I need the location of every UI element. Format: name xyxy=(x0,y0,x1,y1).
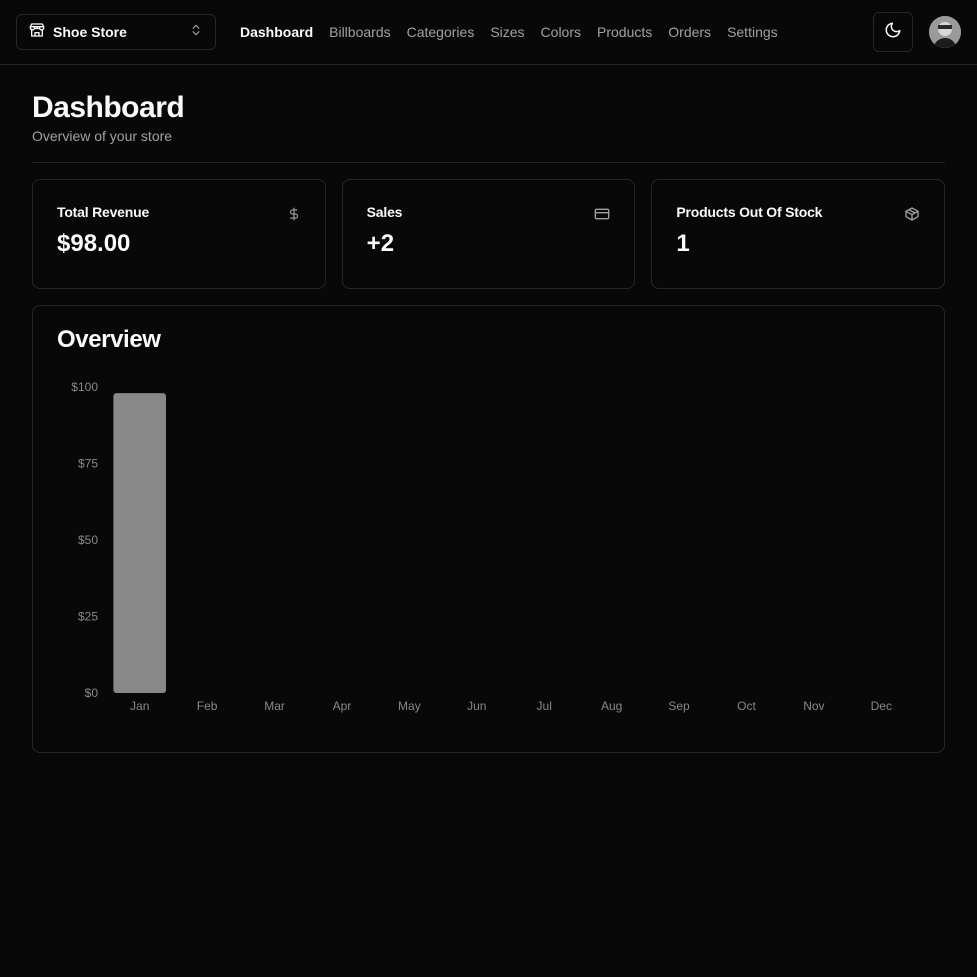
overview-bar-chart: $0 $25 $50 $75 $100 Jan Feb Mar Apr May Jun Jul Aug S… xyxy=(71,380,892,713)
nav-link-dashboard[interactable]: Dashboard xyxy=(240,24,313,40)
nav-link-categories[interactable]: Categories xyxy=(407,24,475,40)
x-tick-label: Nov xyxy=(803,699,824,713)
nav-link-products[interactable]: Products xyxy=(597,24,652,40)
x-tick-label: Feb xyxy=(197,699,218,713)
x-tick-label: Oct xyxy=(737,699,756,713)
x-tick-label: Aug xyxy=(601,699,622,713)
y-tick-label: $100 xyxy=(71,380,98,394)
divider xyxy=(32,162,945,163)
theme-toggle-button[interactable] xyxy=(873,12,913,52)
card-out-of-stock: Products Out Of Stock 1 xyxy=(651,179,946,289)
x-tick-label: May xyxy=(398,699,421,713)
navbar: Shoe Store Dashboard Billboards Categori… xyxy=(0,0,977,65)
x-tick-label: Apr xyxy=(333,699,352,713)
nav-link-orders[interactable]: Orders xyxy=(668,24,711,40)
store-switcher[interactable]: Shoe Store xyxy=(16,14,216,50)
main-content: Dashboard Overview of your store Total R… xyxy=(0,65,977,753)
x-tick-label: Jul xyxy=(537,699,552,713)
card-value: 1 xyxy=(676,230,690,257)
dollar-icon xyxy=(287,206,301,227)
x-tick-label: Mar xyxy=(264,699,285,713)
card-value: +2 xyxy=(366,230,395,257)
chevrons-up-down-icon xyxy=(189,23,203,42)
card-title: Products Out Of Stock xyxy=(676,204,823,220)
card-total-revenue: Total Revenue $98.00 xyxy=(32,179,326,289)
nav-link-sizes[interactable]: Sizes xyxy=(490,24,524,40)
x-tick-label: Jun xyxy=(467,699,486,713)
store-switcher-label: Shoe Store xyxy=(53,24,127,40)
store-icon xyxy=(29,22,45,43)
x-tick-label: Dec xyxy=(871,699,892,713)
card-sales: Sales +2 xyxy=(341,179,636,289)
credit-card-icon xyxy=(594,206,610,227)
stat-cards: Total Revenue $98.00 Sales +2 Products O… xyxy=(32,179,946,289)
page-title: Dashboard xyxy=(32,91,185,124)
card-title: Sales xyxy=(366,204,403,220)
y-tick-label: $50 xyxy=(78,533,98,547)
overview-card: Overview $0 $25 $50 $75 $100 Jan Feb Mar Apr May J… xyxy=(32,305,945,753)
nav-link-colors[interactable]: Colors xyxy=(541,24,581,40)
y-tick-label: $25 xyxy=(78,610,98,624)
x-tick-label: Jan xyxy=(130,699,149,713)
y-tick-label: $75 xyxy=(78,457,98,471)
card-title: Total Revenue xyxy=(57,204,150,220)
bar-jan[interactable] xyxy=(113,393,167,693)
package-icon xyxy=(904,206,920,227)
moon-icon xyxy=(884,21,902,44)
x-tick-label: Sep xyxy=(668,699,690,713)
navbar-actions xyxy=(873,12,961,52)
y-tick-label: $0 xyxy=(85,686,99,700)
nav-link-settings[interactable]: Settings xyxy=(727,24,778,40)
card-value: $98.00 xyxy=(57,230,131,257)
page-subtitle: Overview of your store xyxy=(32,128,173,144)
nav-link-billboards[interactable]: Billboards xyxy=(329,24,390,40)
user-avatar[interactable] xyxy=(929,16,961,48)
main-nav: Dashboard Billboards Categories Sizes Co… xyxy=(240,24,794,40)
